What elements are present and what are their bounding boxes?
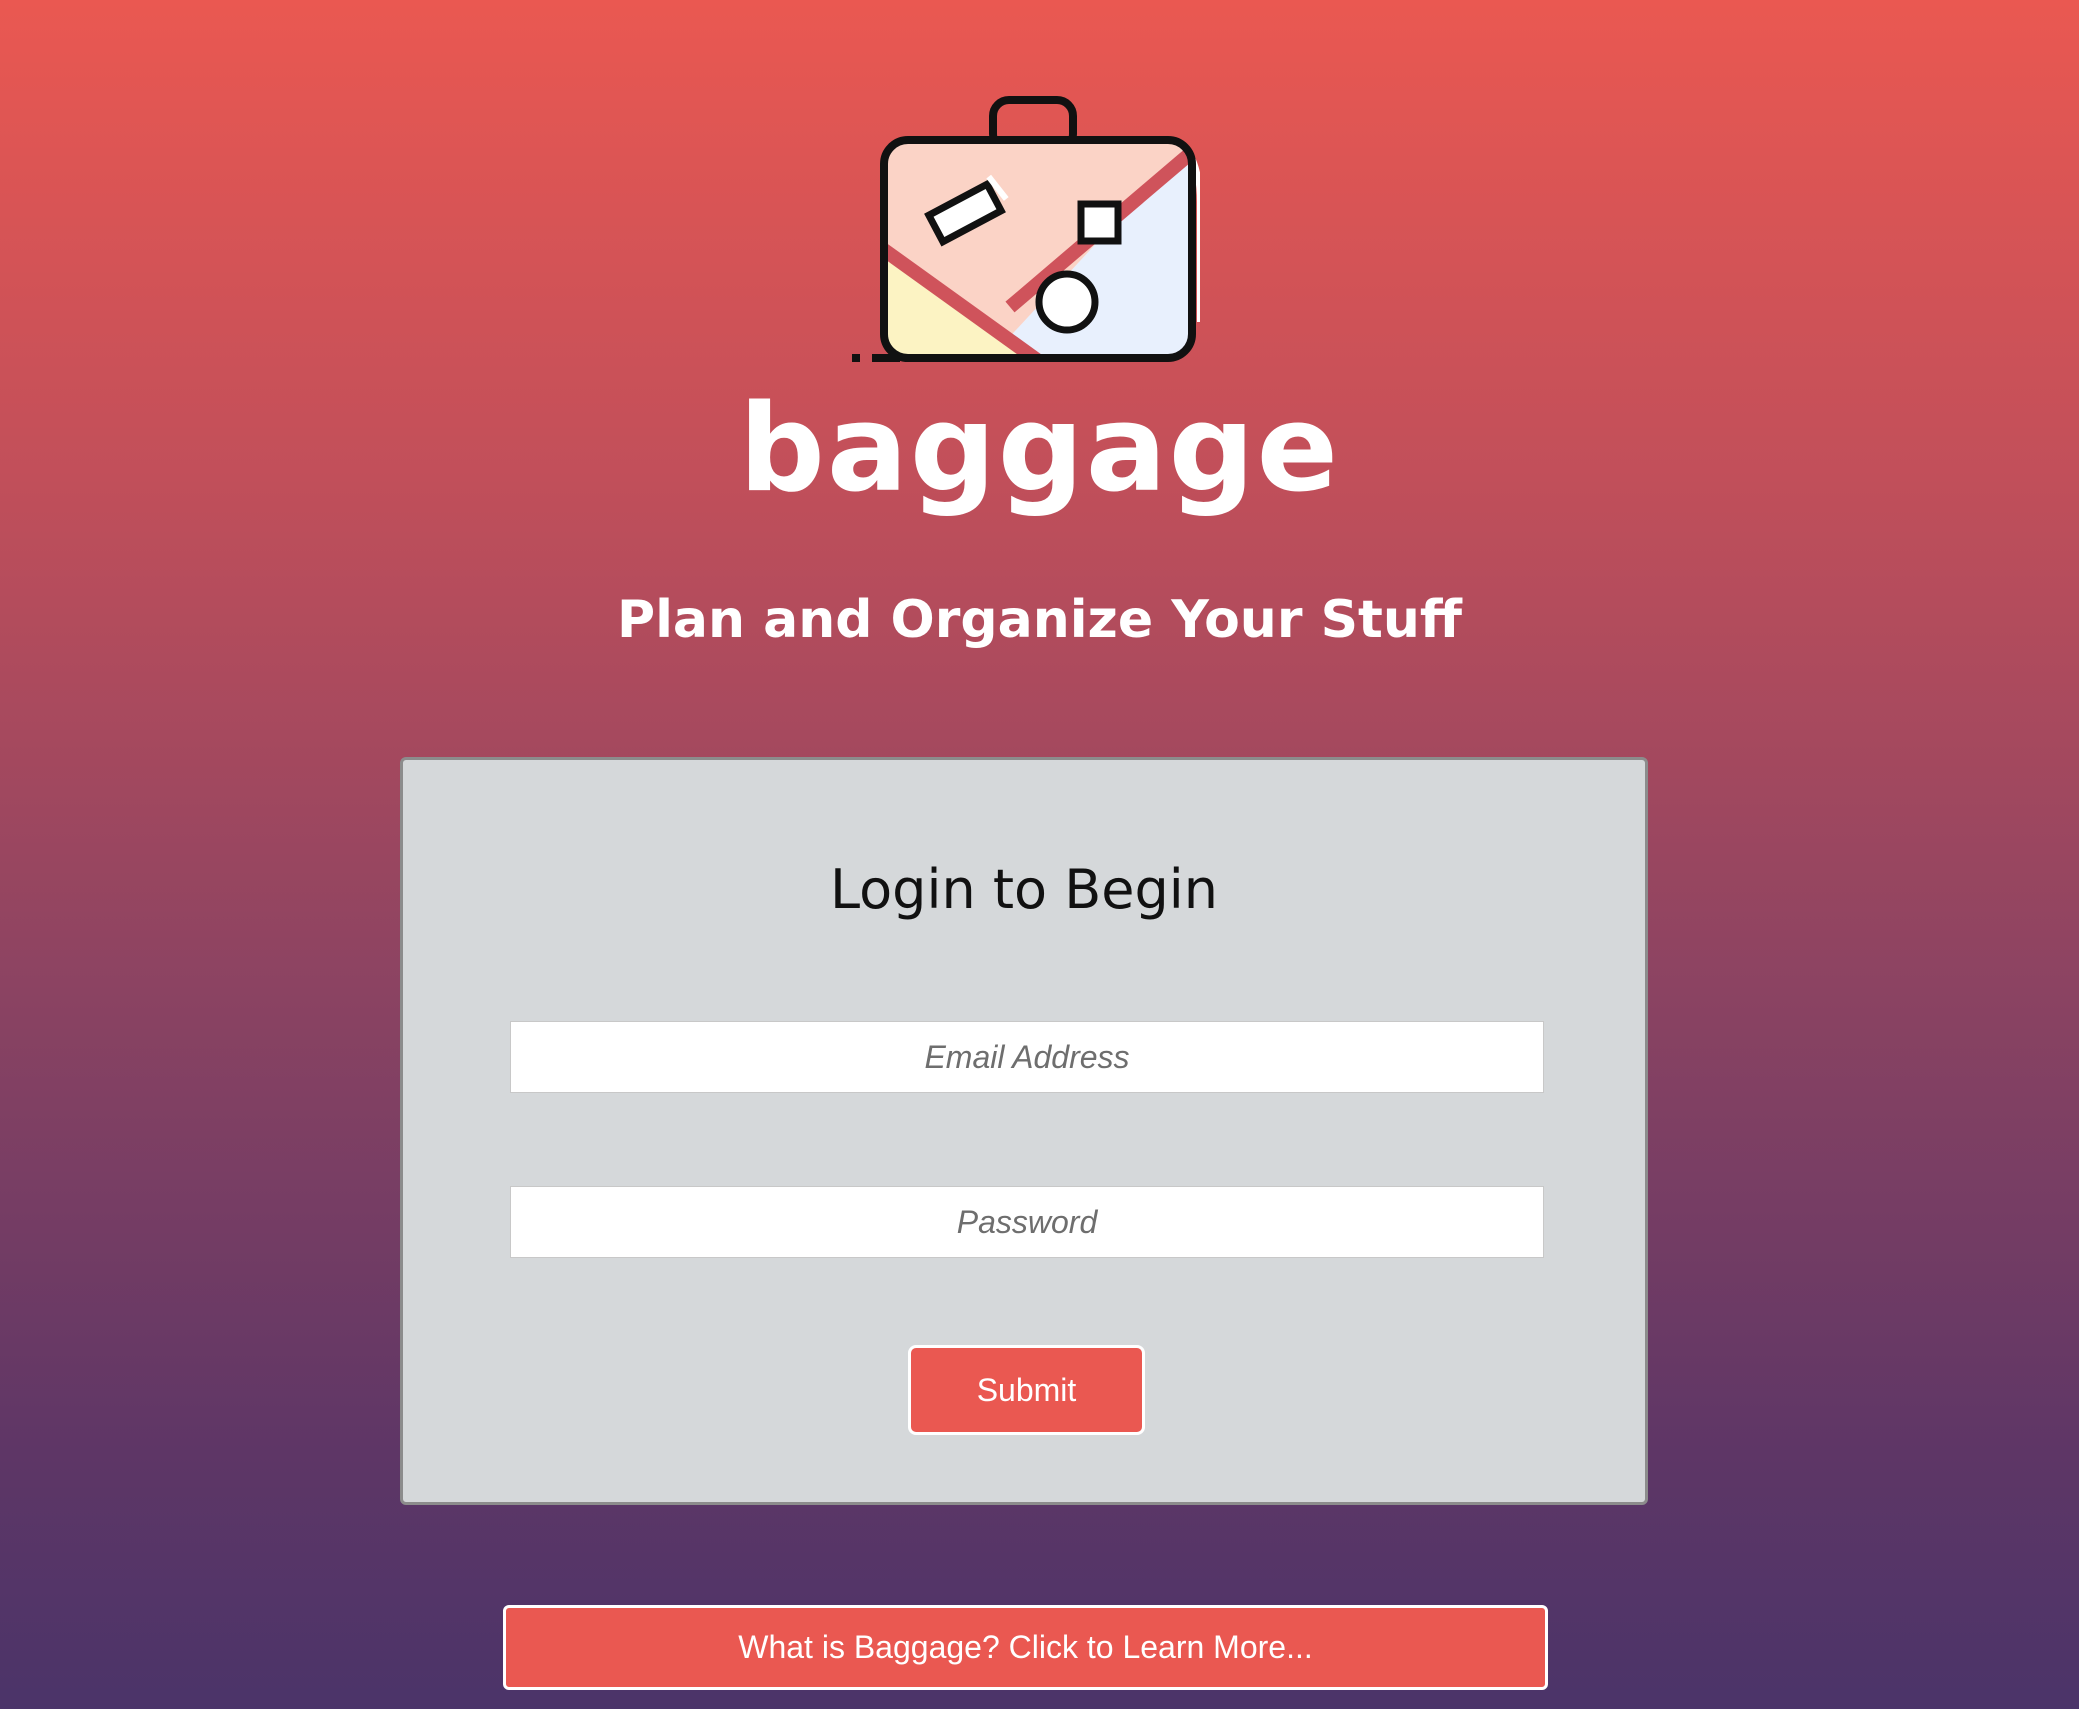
password-input[interactable]	[510, 1186, 1544, 1258]
email-input[interactable]	[510, 1021, 1544, 1093]
login-title: Login to Begin	[830, 858, 1218, 921]
suitcase-logo-icon	[840, 92, 1203, 367]
suitcase-icon	[852, 96, 1203, 362]
brand-name: baggage	[739, 380, 1340, 519]
submit-button[interactable]: Submit	[908, 1345, 1145, 1435]
tagline: Plan and Organize Your Stuff	[616, 590, 1463, 650]
learn-more-button[interactable]: What is Baggage? Click to Learn More...	[503, 1605, 1548, 1690]
login-card: Login to Begin Submit	[400, 757, 1648, 1505]
